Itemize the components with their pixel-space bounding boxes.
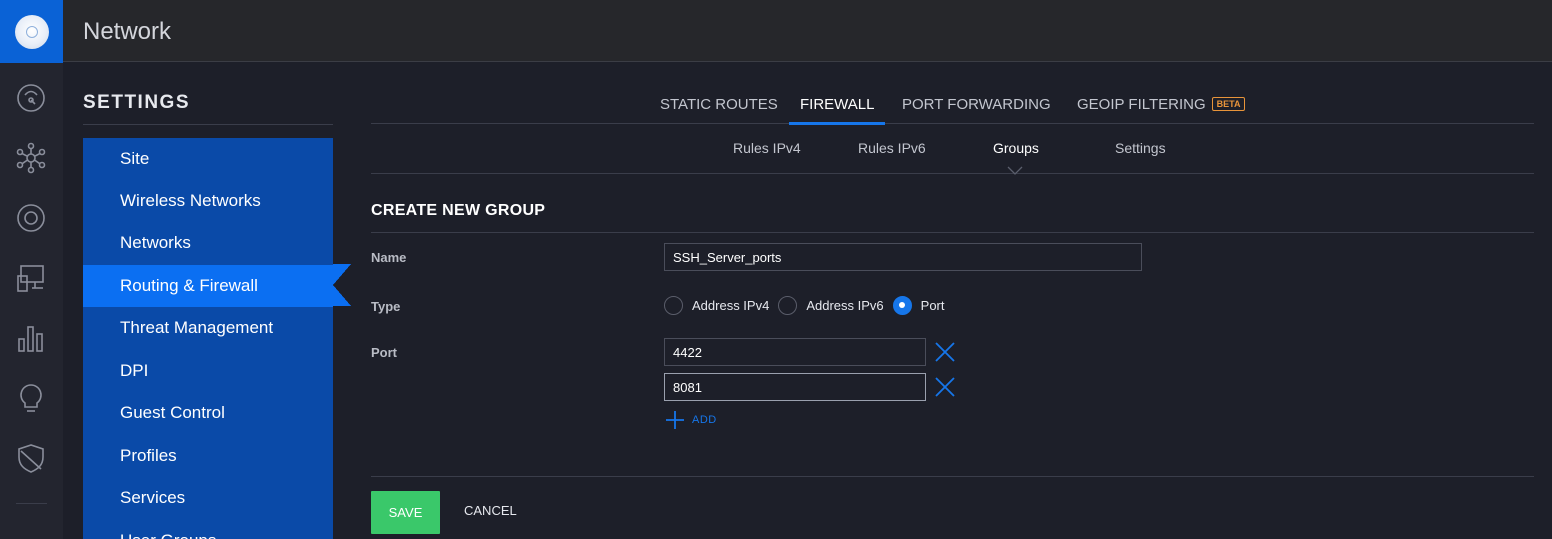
main-tabs: STATIC ROUTES FIREWALL PORT FORWARDING G… bbox=[371, 88, 1534, 125]
save-button[interactable]: SAVE bbox=[371, 491, 440, 534]
beta-badge: BETA bbox=[1211, 97, 1246, 111]
rail-divider bbox=[16, 503, 47, 504]
type-radio-port[interactable] bbox=[892, 295, 912, 315]
type-label: Type bbox=[371, 299, 401, 314]
devices-icon[interactable] bbox=[14, 201, 48, 235]
radio-label-port: Port bbox=[920, 297, 945, 313]
cancel-button[interactable]: CANCEL bbox=[464, 503, 517, 518]
port-value: 8081 bbox=[673, 379, 702, 395]
port-label: Port bbox=[371, 345, 397, 360]
active-item-pointer bbox=[333, 264, 351, 306]
logo[interactable] bbox=[0, 0, 63, 63]
sidebar-item-threat-management[interactable]: Threat Management bbox=[83, 307, 333, 349]
sidebar-item-dpi[interactable]: DPI bbox=[83, 350, 333, 392]
sidebar-item-label: Threat Management bbox=[120, 318, 274, 337]
topology-icon[interactable] bbox=[14, 141, 48, 175]
tab-firewall[interactable]: FIREWALL bbox=[788, 96, 887, 125]
subtab-rules-ipv4[interactable]: Rules IPv4 bbox=[733, 140, 801, 156]
tab-label: FIREWALL bbox=[800, 96, 875, 113]
tab-label: PORT FORWARDING bbox=[902, 96, 1051, 113]
sidebar-item-label: Routing & Firewall bbox=[120, 276, 258, 295]
sub-tabs: Rules IPv4 Rules IPv6 Groups Settings bbox=[371, 132, 1534, 175]
sidebar-item-guest-control[interactable]: Guest Control bbox=[83, 392, 333, 434]
sidebar-item-label: DPI bbox=[120, 361, 149, 380]
form-divider-bottom bbox=[371, 476, 1534, 477]
add-port-button[interactable]: ADD bbox=[665, 410, 717, 430]
settings-menu: Site Wireless Networks Networks Routing … bbox=[83, 138, 333, 539]
tab-label: STATIC ROUTES bbox=[660, 96, 778, 113]
statistics-icon[interactable] bbox=[14, 321, 48, 355]
type-radio-address-ipv6[interactable] bbox=[778, 295, 798, 315]
tab-static-routes[interactable]: STATIC ROUTES bbox=[660, 96, 778, 124]
dashboard-icon[interactable] bbox=[14, 81, 48, 115]
tab-port-forwarding[interactable]: PORT FORWARDING bbox=[902, 96, 1051, 124]
port-value: 4422 bbox=[673, 344, 702, 360]
subtab-rules-ipv6[interactable]: Rules IPv6 bbox=[858, 140, 926, 156]
sidebar-item-label: Site bbox=[120, 149, 150, 168]
app-title: Network bbox=[83, 18, 172, 45]
name-label: Name bbox=[371, 250, 407, 265]
group-name-value: SSH_Server_ports bbox=[673, 249, 782, 265]
insights-icon[interactable] bbox=[14, 381, 48, 415]
form-title: CREATE NEW GROUP bbox=[371, 202, 546, 219]
sidebar-item-label: Guest Control bbox=[120, 403, 225, 422]
port-input-1[interactable]: 4422 bbox=[664, 338, 926, 366]
sidebar-item-label: Services bbox=[120, 488, 186, 507]
type-radio-group: Address IPv4 Address IPv6 Port bbox=[664, 294, 954, 316]
sidebar-item-site[interactable]: Site bbox=[83, 138, 333, 180]
clients-icon[interactable] bbox=[14, 261, 48, 295]
sidebar-item-label: User Groups bbox=[120, 531, 216, 539]
alerts-icon[interactable] bbox=[14, 441, 48, 475]
top-bar: Network bbox=[63, 0, 1552, 62]
sidebar-item-wireless-networks[interactable]: Wireless Networks bbox=[83, 180, 333, 222]
group-name-input[interactable]: SSH_Server_ports bbox=[664, 243, 1142, 271]
sidebar-item-label: Profiles bbox=[120, 446, 177, 465]
remove-port-1-icon[interactable] bbox=[934, 341, 956, 363]
plus-icon bbox=[666, 411, 684, 429]
sidebar-item-user-groups[interactable]: User Groups bbox=[83, 520, 333, 539]
port-input-2[interactable]: 8081 bbox=[664, 373, 926, 401]
sidebar-item-routing-firewall[interactable]: Routing & Firewall bbox=[83, 265, 333, 307]
sidebar-item-label: Networks bbox=[120, 233, 191, 252]
add-port-label: ADD bbox=[692, 414, 717, 426]
active-subtab-caret-icon bbox=[1007, 166, 1023, 175]
radio-label-address-ipv4: Address IPv4 bbox=[692, 297, 770, 313]
sidebar-item-networks[interactable]: Networks bbox=[83, 222, 333, 264]
nav-rail bbox=[0, 0, 63, 539]
heading-divider bbox=[83, 124, 333, 125]
subtab-groups[interactable]: Groups bbox=[993, 140, 1039, 156]
type-radio-address-ipv4[interactable] bbox=[664, 295, 683, 315]
logo-icon bbox=[14, 14, 49, 49]
remove-port-2-icon[interactable] bbox=[934, 376, 956, 398]
sidebar-item-profiles[interactable]: Profiles bbox=[83, 435, 333, 477]
sidebar-item-services[interactable]: Services bbox=[83, 477, 333, 519]
subtab-settings[interactable]: Settings bbox=[1115, 140, 1166, 156]
settings-heading: SETTINGS bbox=[83, 92, 191, 113]
sidebar-item-label: Wireless Networks bbox=[120, 191, 261, 210]
form-divider-top bbox=[371, 232, 1534, 233]
tab-label: GEOIP FILTERING bbox=[1077, 96, 1206, 113]
radio-label-address-ipv6: Address IPv6 bbox=[806, 297, 884, 313]
tab-geoip-filtering[interactable]: GEOIP FILTERING BETA bbox=[1077, 96, 1246, 124]
